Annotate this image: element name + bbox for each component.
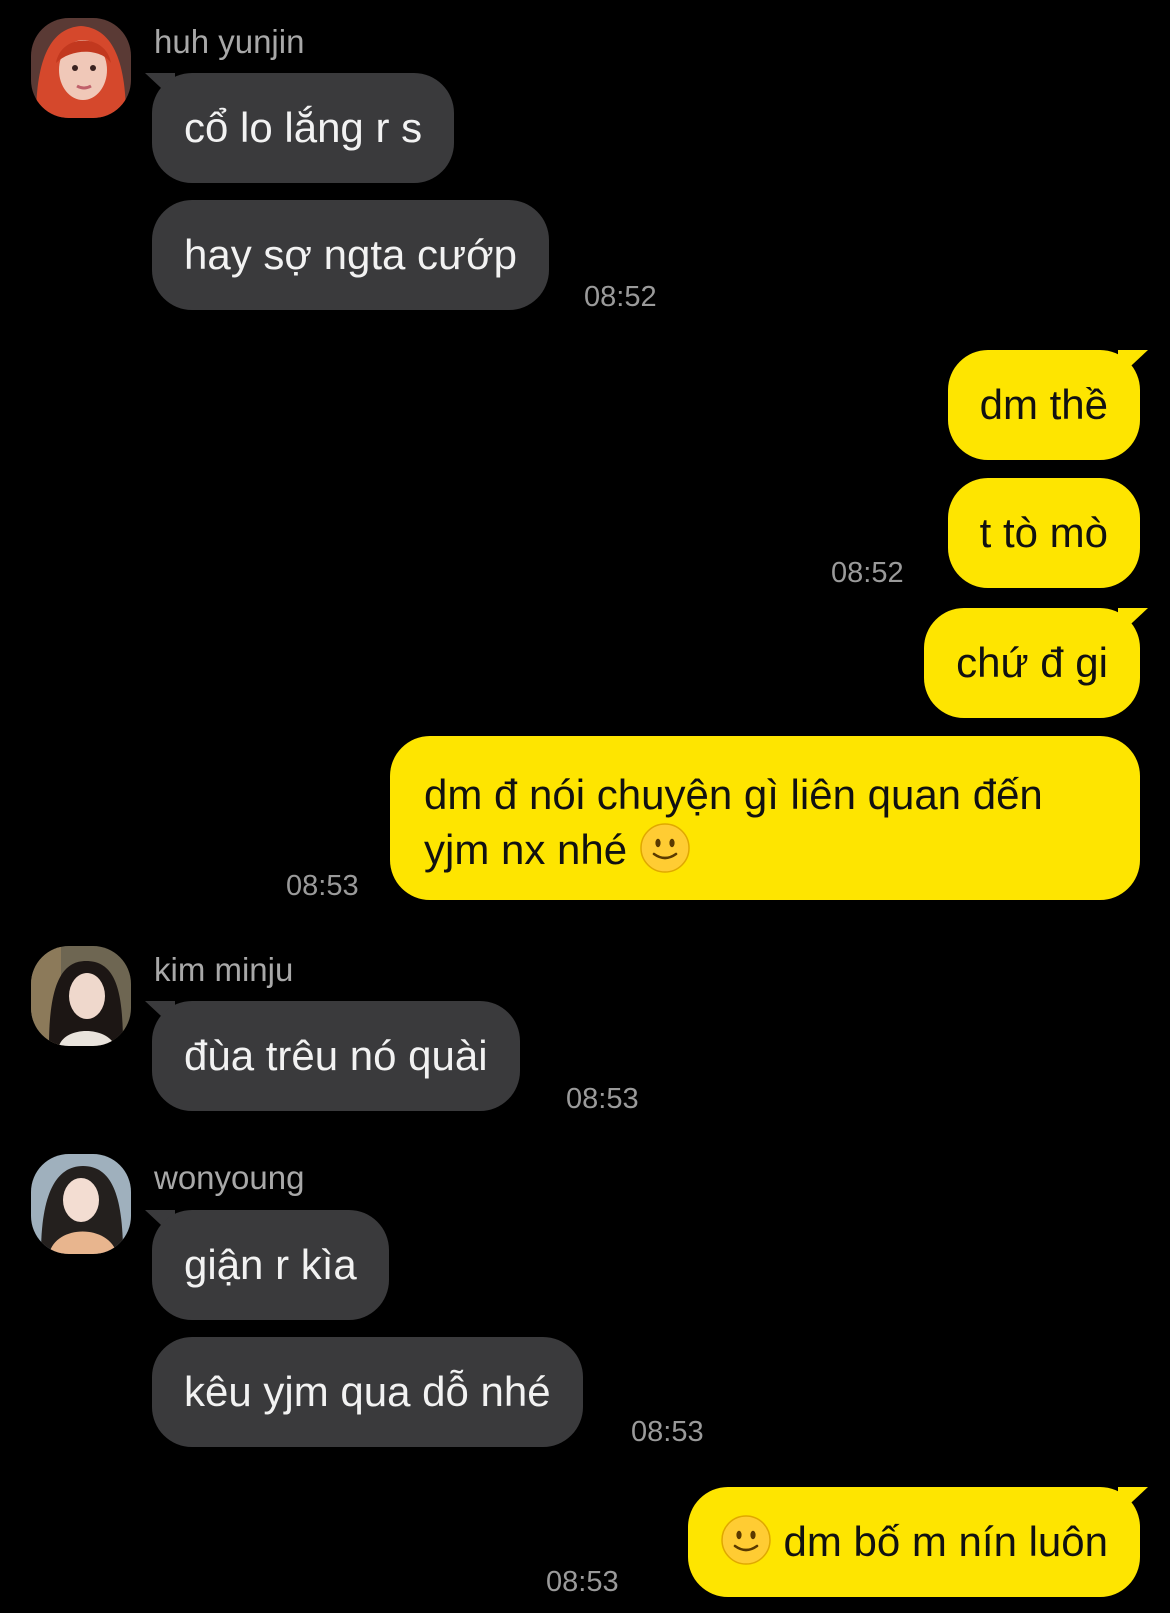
avatar-kim-minju[interactable]: [31, 946, 131, 1046]
message-bubble[interactable]: hay sợ ngta cướp: [152, 200, 550, 310]
message-time: 08:52: [584, 281, 657, 313]
message-text: giận r kìa: [184, 1241, 357, 1288]
message-text: chứ đ gi: [956, 639, 1108, 686]
message-text: t tò mò: [979, 509, 1108, 556]
message-time: 08:52: [831, 557, 904, 589]
message-bubble[interactable]: kêu yjm qua dỗ nhé: [152, 1337, 583, 1447]
message-bubble[interactable]: đùa trêu nó quài: [152, 1001, 520, 1111]
message-text: đùa trêu nó quài: [184, 1032, 488, 1079]
message-text: cổ lo lắng r s: [184, 104, 423, 151]
message-bubble[interactable]: dm thề: [947, 350, 1140, 460]
message-time: 08:53: [566, 1083, 639, 1115]
message-bubble[interactable]: cổ lo lắng r s: [152, 73, 455, 183]
message-time: 08:53: [286, 870, 359, 902]
message-text: hay sợ ngta cướp: [184, 231, 518, 278]
message-text: dm bố m nín luôn: [783, 1518, 1108, 1565]
message-text: kêu yjm qua dỗ nhé: [184, 1368, 551, 1415]
sender-name: kim minju: [154, 951, 294, 988]
sender-name: wonyoung: [154, 1159, 305, 1196]
message-bubble[interactable]: t tò mò: [947, 478, 1140, 588]
message-bubble[interactable]: dm bố m nín luôn: [687, 1487, 1140, 1597]
message-bubble[interactable]: dm đ nói chuyện gì liên quan đến yjm nx …: [390, 736, 1140, 900]
message-text: yjm nx nhé: [424, 826, 628, 873]
avatar-wonyoung[interactable]: [31, 1154, 131, 1254]
message-time: 08:53: [631, 1416, 704, 1448]
slightly-smiling-face-icon: [639, 822, 691, 874]
sender-name: huh yunjin: [154, 23, 305, 60]
message-time: 08:53: [546, 1566, 619, 1598]
slightly-smiling-face-icon: [720, 1497, 772, 1565]
message-text: dm đ nói chuyện gì liên quan đến: [424, 771, 1043, 818]
message-bubble[interactable]: chứ đ gi: [924, 608, 1140, 718]
message-bubble[interactable]: giận r kìa: [152, 1210, 389, 1320]
message-text: dm thề: [979, 381, 1108, 428]
avatar-huh-yunjin[interactable]: [31, 18, 131, 118]
